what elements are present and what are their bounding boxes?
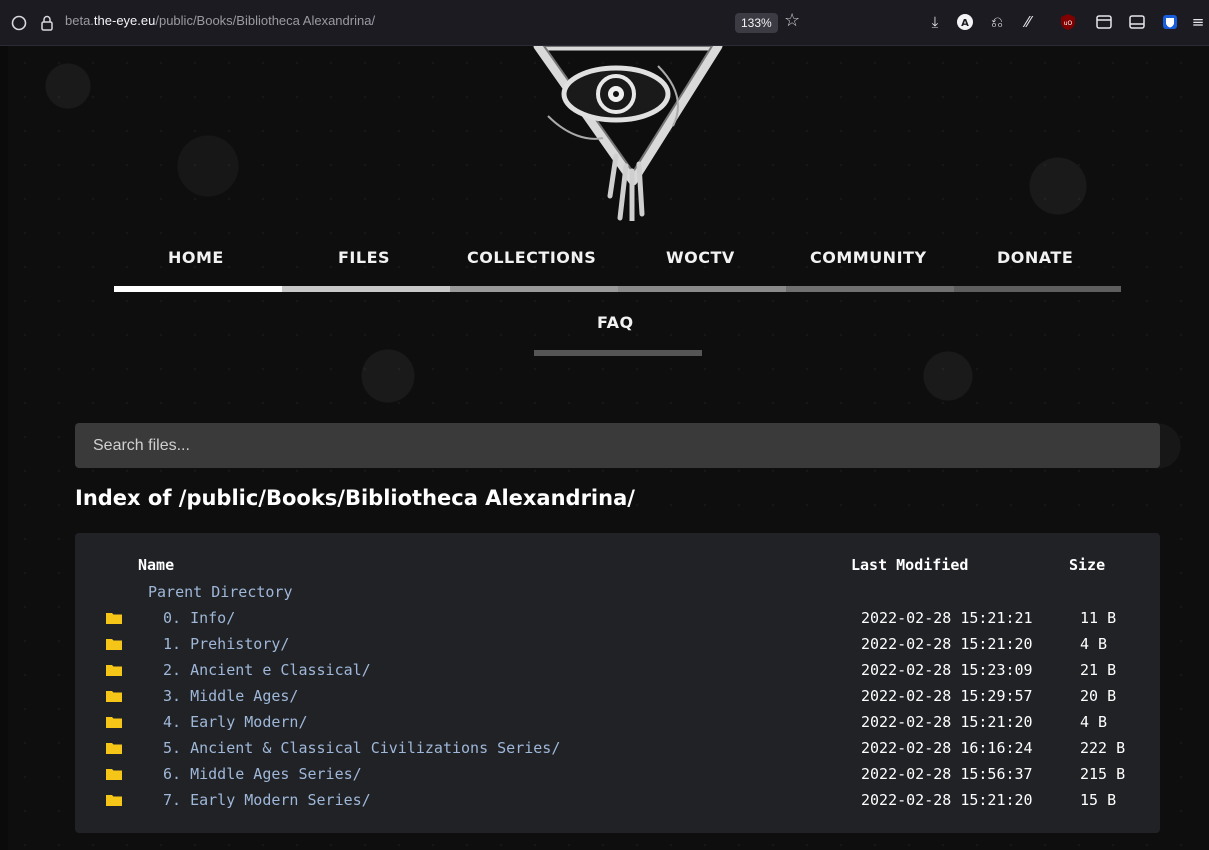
reader-icon[interactable]: ⁄⁄ [1018,12,1038,32]
table-row: 3. Middle Ages/ 2022-02-28 15:29:57 20 B [75,687,1160,711]
row-size: 215 B [1080,765,1126,783]
row-modified: 2022-02-28 15:23:09 [861,661,1033,679]
row-size: 4 B [1080,713,1108,731]
row-name-link[interactable]: 4. Early Modern/ [163,713,308,731]
folder-icon [106,613,122,624]
nav-files[interactable]: FILES [338,248,390,267]
nav-home[interactable]: HOME [168,248,224,267]
nav-woctv[interactable]: WOCTV [666,248,735,267]
nav-community-underline [786,286,954,292]
table-row: 4. Early Modern/ 2022-02-28 15:21:20 4 B [75,713,1160,737]
nav-donate[interactable]: DONATE [997,248,1073,267]
bitwarden-icon[interactable] [1160,12,1180,32]
page-title: Index of /public/Books/Bibliotheca Alexa… [75,486,635,510]
parent-directory-link[interactable]: Parent Directory [148,583,293,601]
shield-icon[interactable] [10,14,28,32]
lock-icon[interactable] [38,14,56,32]
row-size: 4 B [1080,635,1108,653]
folder-icon [106,665,122,676]
folder-icon [106,795,122,806]
ublock-icon[interactable]: uO [1058,12,1078,32]
nav-woctv-underline [618,286,786,292]
svg-text:uO: uO [1064,20,1073,27]
row-name-link[interactable]: 6. Middle Ages Series/ [163,765,362,783]
sidebar-icon[interactable] [1127,12,1147,32]
row-size: 15 B [1080,791,1117,809]
nav-community[interactable]: COMMUNITY [810,248,927,267]
column-header-last-modified[interactable]: Last Modified [851,556,968,574]
row-name-link[interactable]: 2. Ancient e Classical/ [163,661,371,679]
row-size: 21 B [1080,661,1117,679]
row-modified: 2022-02-28 15:21:20 [861,791,1033,809]
nav-files-underline [282,286,450,292]
table-row: 0. Info/ 2022-02-28 15:21:21 11 B [75,609,1160,633]
parent-directory-row: Parent Directory [75,583,1160,607]
row-name-link[interactable]: 3. Middle Ages/ [163,687,298,705]
row-modified: 2022-02-28 15:29:57 [861,687,1033,705]
search-input[interactable] [75,423,1160,468]
row-name-link[interactable]: 0. Info/ [163,609,235,627]
star-icon[interactable]: ☆ [784,10,800,31]
nav-faq[interactable]: FAQ [597,313,634,332]
table-row: 6. Middle Ages Series/ 2022-02-28 15:56:… [75,765,1160,789]
nav-collections[interactable]: COLLECTIONS [467,248,596,267]
row-size: 20 B [1080,687,1117,705]
account-icon[interactable]: A [955,12,975,32]
menu-icon[interactable]: ≡ [1188,12,1208,32]
svg-text:A: A [961,18,969,29]
extensions-icon[interactable]: ⎌ [987,12,1007,32]
column-header-name[interactable]: Name [138,556,174,574]
nav-home-underline [114,286,282,292]
row-modified: 2022-02-28 15:21:20 [861,713,1033,731]
row-modified: 2022-02-28 15:21:21 [861,609,1033,627]
folder-icon [106,769,122,780]
folder-icon [106,639,122,650]
row-modified: 2022-02-28 15:21:20 [861,635,1033,653]
url-path: /public/Books/Bibliotheca Alexandrina/ [155,13,376,28]
table-row: 5. Ancient & Classical Civilizations Ser… [75,739,1160,763]
url-prefix: beta. [65,13,94,28]
file-listing: Name Last Modified Size Parent Directory… [75,533,1160,833]
url-bar[interactable]: beta.the-eye.eu/public/Books/Bibliotheca… [65,13,375,28]
row-modified: 2022-02-28 16:16:24 [861,739,1033,757]
row-name-link[interactable]: 1. Prehistory/ [163,635,289,653]
download-icon[interactable]: ⤓ [925,12,945,32]
table-row: 1. Prehistory/ 2022-02-28 15:21:20 4 B [75,635,1160,659]
row-modified: 2022-02-28 15:56:37 [861,765,1033,783]
eye-logo [533,46,723,221]
folder-icon [106,743,122,754]
row-name-link[interactable]: 5. Ancient & Classical Civilizations Ser… [163,739,560,757]
tab-icon[interactable] [1094,12,1114,32]
url-domain: the-eye.eu [93,13,156,28]
folder-icon [106,717,122,728]
browser-toolbar: beta.the-eye.eu/public/Books/Bibliotheca… [0,0,1209,46]
nav-faq-underline [534,350,702,356]
folder-icon [106,691,122,702]
page-content: HOME FILES COLLECTIONS WOCTV COMMUNITY D… [8,46,1209,850]
table-row: 2. Ancient e Classical/ 2022-02-28 15:23… [75,661,1160,685]
nav-donate-underline [954,286,1121,292]
zoom-level-badge[interactable]: 133% [735,13,778,33]
row-size: 222 B [1080,739,1126,757]
table-row: 7. Early Modern Series/ 2022-02-28 15:21… [75,791,1160,815]
row-name-link[interactable]: 7. Early Modern Series/ [163,791,371,809]
column-header-size[interactable]: Size [1069,556,1105,574]
row-size: 11 B [1080,609,1117,627]
nav-collections-underline [450,286,618,292]
